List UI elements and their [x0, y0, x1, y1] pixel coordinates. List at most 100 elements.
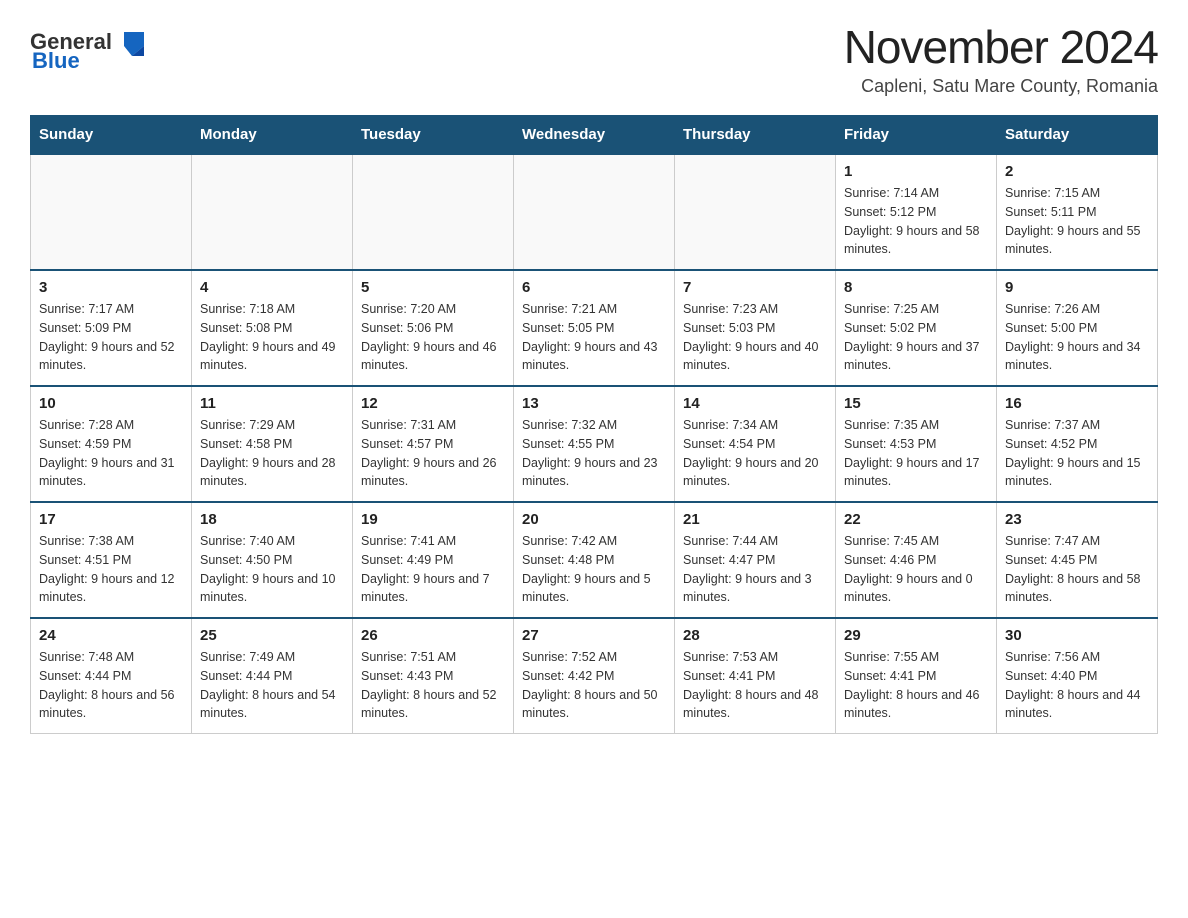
weekday-header-saturday: Saturday	[997, 116, 1158, 155]
day-info: Sunrise: 7:55 AM Sunset: 4:41 PM Dayligh…	[844, 648, 988, 723]
day-number: 12	[361, 395, 505, 412]
day-number: 20	[522, 511, 666, 528]
day-info: Sunrise: 7:29 AM Sunset: 4:58 PM Dayligh…	[200, 416, 344, 491]
week-row-1: 1 Sunrise: 7:14 AM Sunset: 5:12 PM Daylig…	[31, 154, 1158, 270]
day-number: 28	[683, 627, 827, 644]
calendar-cell: 22 Sunrise: 7:45 AM Sunset: 4:46 PM Dayli…	[836, 502, 997, 618]
calendar-cell: 10 Sunrise: 7:28 AM Sunset: 4:59 PM Dayli…	[31, 386, 192, 502]
calendar-cell	[675, 154, 836, 270]
location-subtitle: Capleni, Satu Mare County, Romania	[844, 76, 1158, 97]
calendar-cell	[353, 154, 514, 270]
calendar-cell: 19 Sunrise: 7:41 AM Sunset: 4:49 PM Dayli…	[353, 502, 514, 618]
day-info: Sunrise: 7:20 AM Sunset: 5:06 PM Dayligh…	[361, 300, 505, 375]
calendar-cell: 23 Sunrise: 7:47 AM Sunset: 4:45 PM Dayli…	[997, 502, 1158, 618]
calendar-table: SundayMondayTuesdayWednesdayThursdayFrid…	[30, 115, 1158, 734]
day-info: Sunrise: 7:28 AM Sunset: 4:59 PM Dayligh…	[39, 416, 183, 491]
calendar-cell: 2 Sunrise: 7:15 AM Sunset: 5:11 PM Daylig…	[997, 154, 1158, 270]
weekday-header-row: SundayMondayTuesdayWednesdayThursdayFrid…	[31, 116, 1158, 155]
calendar-cell	[192, 154, 353, 270]
day-info: Sunrise: 7:44 AM Sunset: 4:47 PM Dayligh…	[683, 532, 827, 607]
calendar-cell: 15 Sunrise: 7:35 AM Sunset: 4:53 PM Dayli…	[836, 386, 997, 502]
day-number: 22	[844, 511, 988, 528]
day-info: Sunrise: 7:15 AM Sunset: 5:11 PM Dayligh…	[1005, 184, 1149, 259]
calendar-cell: 7 Sunrise: 7:23 AM Sunset: 5:03 PM Daylig…	[675, 270, 836, 386]
day-info: Sunrise: 7:51 AM Sunset: 4:43 PM Dayligh…	[361, 648, 505, 723]
day-info: Sunrise: 7:41 AM Sunset: 4:49 PM Dayligh…	[361, 532, 505, 607]
weekday-header-wednesday: Wednesday	[514, 116, 675, 155]
day-info: Sunrise: 7:35 AM Sunset: 4:53 PM Dayligh…	[844, 416, 988, 491]
day-info: Sunrise: 7:48 AM Sunset: 4:44 PM Dayligh…	[39, 648, 183, 723]
day-number: 26	[361, 627, 505, 644]
day-number: 13	[522, 395, 666, 412]
calendar-cell: 29 Sunrise: 7:55 AM Sunset: 4:41 PM Dayli…	[836, 618, 997, 734]
calendar-cell: 12 Sunrise: 7:31 AM Sunset: 4:57 PM Dayli…	[353, 386, 514, 502]
week-row-4: 17Sunrise: 7:38 AM Sunset: 4:51 PM Dayli…	[31, 502, 1158, 618]
day-number: 11	[200, 395, 344, 412]
day-number: 21	[683, 511, 827, 528]
day-info: Sunrise: 7:26 AM Sunset: 5:00 PM Dayligh…	[1005, 300, 1149, 375]
day-number: 2	[1005, 163, 1149, 180]
logo: General Blue	[30, 28, 148, 74]
day-number: 10	[39, 395, 183, 412]
calendar-cell: 9 Sunrise: 7:26 AM Sunset: 5:00 PM Daylig…	[997, 270, 1158, 386]
calendar-cell: 16Sunrise: 7:37 AM Sunset: 4:52 PM Dayli…	[997, 386, 1158, 502]
weekday-header-monday: Monday	[192, 116, 353, 155]
day-number: 7	[683, 279, 827, 296]
day-info: Sunrise: 7:34 AM Sunset: 4:54 PM Dayligh…	[683, 416, 827, 491]
day-number: 23	[1005, 511, 1149, 528]
calendar-cell: 14 Sunrise: 7:34 AM Sunset: 4:54 PM Dayli…	[675, 386, 836, 502]
day-info: Sunrise: 7:17 AM Sunset: 5:09 PM Dayligh…	[39, 300, 183, 375]
calendar-cell	[31, 154, 192, 270]
day-number: 3	[39, 279, 183, 296]
calendar-cell: 5 Sunrise: 7:20 AM Sunset: 5:06 PM Daylig…	[353, 270, 514, 386]
calendar-cell: 11 Sunrise: 7:29 AM Sunset: 4:58 PM Dayli…	[192, 386, 353, 502]
logo-blue-text: Blue	[32, 48, 80, 74]
calendar-cell: 25 Sunrise: 7:49 AM Sunset: 4:44 PM Dayli…	[192, 618, 353, 734]
day-number: 18	[200, 511, 344, 528]
calendar-cell: 26 Sunrise: 7:51 AM Sunset: 4:43 PM Dayli…	[353, 618, 514, 734]
day-number: 6	[522, 279, 666, 296]
day-info: Sunrise: 7:49 AM Sunset: 4:44 PM Dayligh…	[200, 648, 344, 723]
day-number: 25	[200, 627, 344, 644]
calendar-cell: 30Sunrise: 7:56 AM Sunset: 4:40 PM Dayli…	[997, 618, 1158, 734]
day-number: 27	[522, 627, 666, 644]
day-number: 1	[844, 163, 988, 180]
calendar-cell: 4 Sunrise: 7:18 AM Sunset: 5:08 PM Daylig…	[192, 270, 353, 386]
day-number: 24	[39, 627, 183, 644]
day-info: Sunrise: 7:18 AM Sunset: 5:08 PM Dayligh…	[200, 300, 344, 375]
page-header: General Blue November 2024 Capleni, Satu…	[30, 20, 1158, 97]
day-number: 9	[1005, 279, 1149, 296]
calendar-cell: 1 Sunrise: 7:14 AM Sunset: 5:12 PM Daylig…	[836, 154, 997, 270]
calendar-cell: 6Sunrise: 7:21 AM Sunset: 5:05 PM Daylig…	[514, 270, 675, 386]
calendar-cell: 24 Sunrise: 7:48 AM Sunset: 4:44 PM Dayli…	[31, 618, 192, 734]
logo-icon	[116, 28, 148, 56]
day-info: Sunrise: 7:40 AM Sunset: 4:50 PM Dayligh…	[200, 532, 344, 607]
week-row-3: 10 Sunrise: 7:28 AM Sunset: 4:59 PM Dayli…	[31, 386, 1158, 502]
calendar-cell: 20Sunrise: 7:42 AM Sunset: 4:48 PM Dayli…	[514, 502, 675, 618]
weekday-header-friday: Friday	[836, 116, 997, 155]
day-info: Sunrise: 7:52 AM Sunset: 4:42 PM Dayligh…	[522, 648, 666, 723]
calendar-cell: 18 Sunrise: 7:40 AM Sunset: 4:50 PM Dayli…	[192, 502, 353, 618]
day-info: Sunrise: 7:31 AM Sunset: 4:57 PM Dayligh…	[361, 416, 505, 491]
day-info: Sunrise: 7:47 AM Sunset: 4:45 PM Dayligh…	[1005, 532, 1149, 607]
weekday-header-sunday: Sunday	[31, 116, 192, 155]
day-number: 16	[1005, 395, 1149, 412]
calendar-cell: 17Sunrise: 7:38 AM Sunset: 4:51 PM Dayli…	[31, 502, 192, 618]
calendar-cell	[514, 154, 675, 270]
day-info: Sunrise: 7:56 AM Sunset: 4:40 PM Dayligh…	[1005, 648, 1149, 723]
day-info: Sunrise: 7:14 AM Sunset: 5:12 PM Dayligh…	[844, 184, 988, 259]
calendar-cell: 21 Sunrise: 7:44 AM Sunset: 4:47 PM Dayli…	[675, 502, 836, 618]
calendar-cell: 27 Sunrise: 7:52 AM Sunset: 4:42 PM Dayli…	[514, 618, 675, 734]
day-number: 5	[361, 279, 505, 296]
day-number: 14	[683, 395, 827, 412]
day-number: 17	[39, 511, 183, 528]
day-number: 15	[844, 395, 988, 412]
day-info: Sunrise: 7:23 AM Sunset: 5:03 PM Dayligh…	[683, 300, 827, 375]
day-info: Sunrise: 7:45 AM Sunset: 4:46 PM Dayligh…	[844, 532, 988, 607]
day-number: 29	[844, 627, 988, 644]
week-row-5: 24 Sunrise: 7:48 AM Sunset: 4:44 PM Dayli…	[31, 618, 1158, 734]
day-number: 4	[200, 279, 344, 296]
calendar-cell: 8Sunrise: 7:25 AM Sunset: 5:02 PM Daylig…	[836, 270, 997, 386]
calendar-cell: 28Sunrise: 7:53 AM Sunset: 4:41 PM Dayli…	[675, 618, 836, 734]
day-number: 19	[361, 511, 505, 528]
